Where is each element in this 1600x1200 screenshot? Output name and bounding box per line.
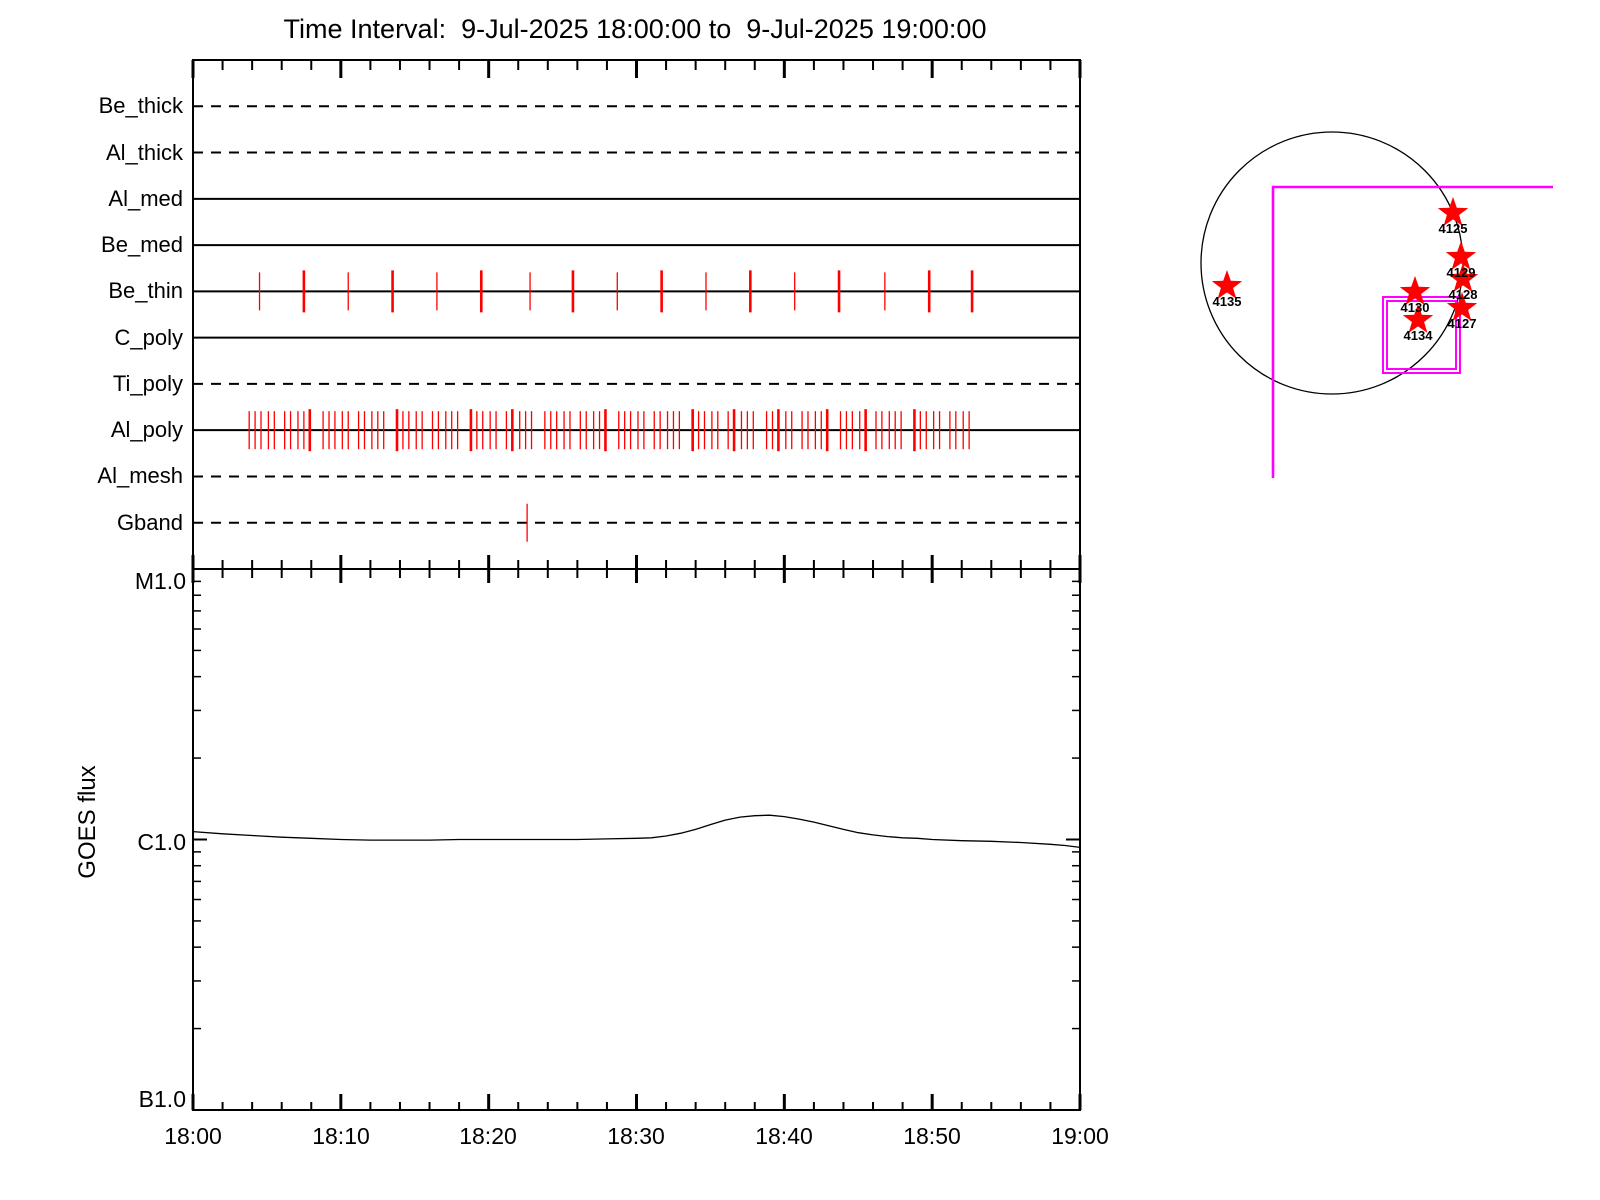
active-region-label-4128: 4128 (1448, 287, 1478, 302)
xtick-label-1810: 18:10 (312, 1123, 370, 1149)
xtick-label-1820: 18:20 (459, 1123, 517, 1149)
ytick-label-m1: M1.0 (134, 568, 186, 594)
xtick-label-1840: 18:40 (755, 1123, 813, 1149)
filter-label-be-med: Be_med (101, 232, 183, 257)
goes-flux-curve (192, 814, 1081, 849)
filter-label-be-thin: Be_thin (108, 278, 183, 303)
active-region-label-4135: 4135 (1212, 294, 1242, 309)
xtick-label-1900: 19:00 (1051, 1123, 1109, 1149)
filter-label-gband: Gband (116, 510, 183, 535)
active-region-label-4130: 4130 (1400, 300, 1430, 315)
active-region-label-4125: 4125 (1438, 221, 1468, 236)
goes-flux-axis-title: GOES flux (74, 765, 101, 879)
solar-limb-circle (1200, 131, 1464, 395)
timeline-panel-border (192, 59, 1081, 570)
xtick-label-1800: 18:00 (164, 1123, 222, 1149)
active-region-label-4134: 4134 (1403, 328, 1433, 343)
filter-label-al-mesh: Al_mesh (97, 463, 183, 488)
xtick-label-1850: 18:50 (903, 1123, 961, 1149)
solar-event-plot-page: { "title": "Time Interval: 9-Jul-2025 18… (0, 0, 1600, 1200)
plot-canvas (191, 59, 1553, 1111)
filter-label-al-thick: Al_thick (105, 140, 183, 165)
filter-label-al-med: Al_med (108, 186, 183, 211)
page-title: Time Interval: 9-Jul-2025 18:00:00 to 9-… (283, 14, 987, 44)
ytick-label-b1: B1.0 (138, 1086, 186, 1112)
xtick-label-1830: 18:30 (607, 1123, 665, 1149)
filter-label-ti-poly: Ti_poly (112, 371, 183, 396)
filter-label-be-thick: Be_thick (98, 93, 183, 118)
filter-label-c-poly: C_poly (114, 325, 183, 350)
filter-label-al-poly: Al_poly (110, 417, 183, 442)
active-region-label-4129: 4129 (1446, 265, 1476, 280)
